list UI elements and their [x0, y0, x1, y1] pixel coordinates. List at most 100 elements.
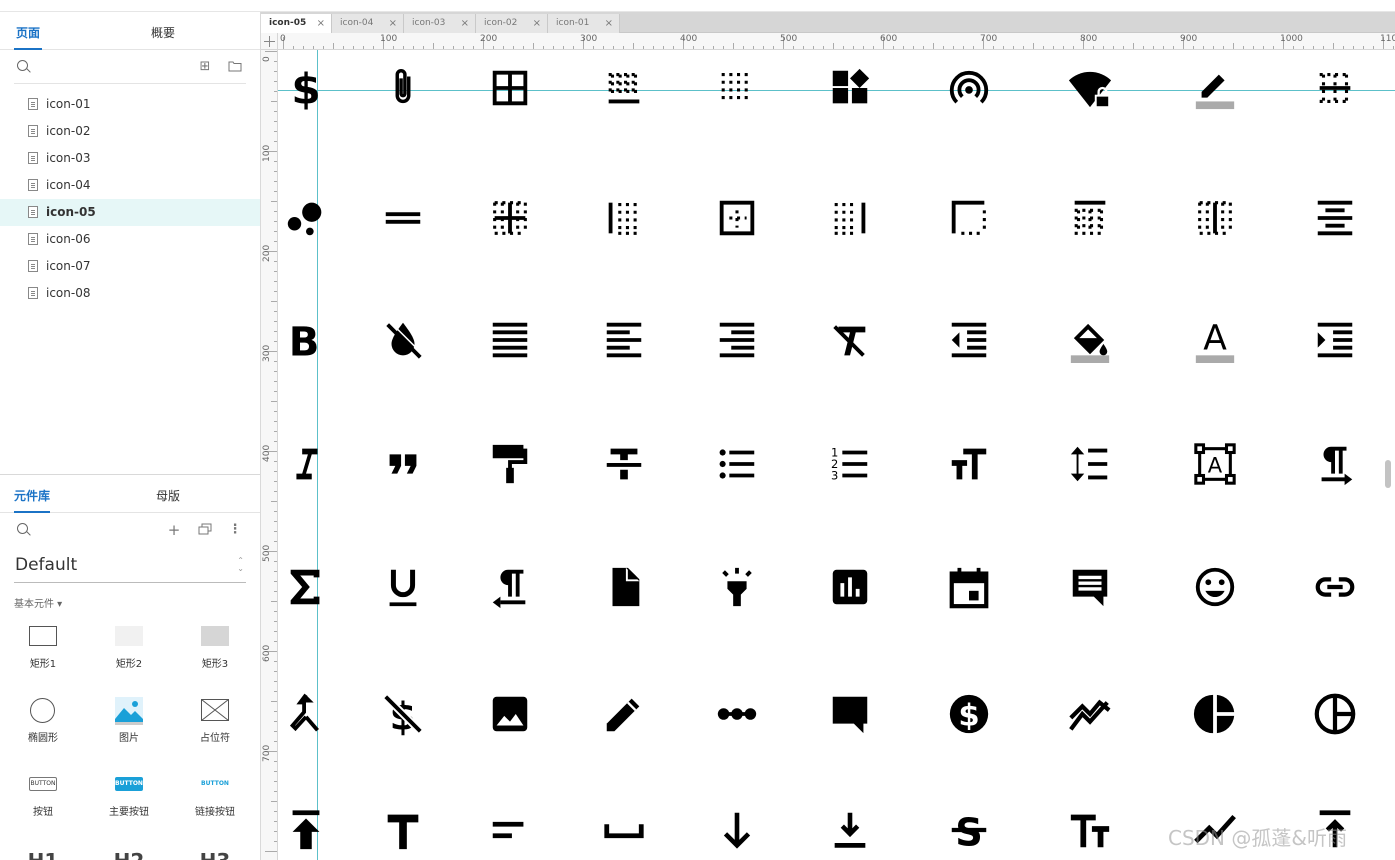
widget-h3[interactable]: H3 [172, 845, 258, 860]
add-folder-icon[interactable] [228, 60, 242, 74]
more-options-icon[interactable]: ⋮ [228, 523, 242, 537]
multiline-chart-icon[interactable] [1067, 691, 1113, 737]
short-text-icon[interactable] [487, 807, 533, 853]
format-align-center-icon[interactable] [1312, 195, 1358, 241]
widget-h1[interactable]: H1 [0, 845, 86, 860]
format-underlined-icon[interactable] [380, 564, 426, 610]
page-item[interactable]: icon-04 [0, 172, 260, 199]
format-textdirection-l-to-r-icon[interactable] [1312, 441, 1358, 487]
border-clear-icon[interactable] [714, 65, 760, 111]
format-clear-icon[interactable] [827, 317, 873, 363]
search-icon[interactable] [16, 522, 32, 538]
strikethrough-s-icon[interactable]: S [946, 807, 992, 853]
tab-icon-03[interactable]: icon-03 × [404, 14, 476, 33]
widget-button[interactable]: BUTTON 按钮 [0, 771, 86, 818]
close-icon[interactable]: × [533, 14, 541, 33]
format-bold-icon[interactable]: B [283, 317, 329, 363]
format-align-right-icon[interactable] [714, 317, 760, 363]
page-item[interactable]: icon-05 [0, 199, 260, 226]
format-list-numbered-icon[interactable]: 123 [827, 441, 873, 487]
wifi-tethering-icon[interactable] [946, 65, 992, 111]
tab-icon-04[interactable]: icon-04 × [332, 14, 404, 33]
search-icon[interactable] [16, 59, 32, 75]
format-indent-decrease-icon[interactable] [946, 317, 992, 363]
insert-link-icon[interactable] [1312, 564, 1358, 610]
close-icon[interactable]: × [461, 14, 469, 33]
publish-icon[interactable] [283, 807, 329, 853]
widget-category[interactable]: 基本元件 ▾ [14, 595, 260, 611]
insert-drive-file-icon[interactable] [601, 564, 647, 610]
border-vertical-icon[interactable] [1192, 195, 1238, 241]
widget-rect1[interactable]: 矩形1 [0, 623, 86, 670]
highlight-icon[interactable] [714, 564, 760, 610]
monetization-on-icon[interactable]: $ [946, 691, 992, 737]
border-top-icon[interactable] [1067, 195, 1113, 241]
format-color-reset-icon[interactable] [380, 317, 426, 363]
pie-chart-outlined-icon[interactable] [1312, 691, 1358, 737]
ruler-corner[interactable] [261, 33, 278, 50]
page-item[interactable]: icon-01 [0, 91, 260, 118]
vertical-scrollbar[interactable] [1385, 460, 1391, 488]
title-icon[interactable] [380, 807, 426, 853]
signal-wifi-lock-icon[interactable] [1067, 65, 1113, 111]
attach-file-icon[interactable] [380, 65, 426, 111]
format-align-justify-icon[interactable] [487, 317, 533, 363]
widget-rect3[interactable]: 矩形3 [172, 623, 258, 670]
bubble-chart-icon[interactable] [283, 195, 329, 241]
widget-link-button[interactable]: BUTTON 链接按钮 [172, 771, 258, 818]
border-bottom-icon[interactable] [601, 65, 647, 111]
tab-library[interactable]: 元件库 [14, 475, 51, 513]
drag-handle-icon[interactable] [380, 195, 426, 241]
format-paint-icon[interactable] [487, 441, 533, 487]
tab-pages[interactable]: 页面 [14, 12, 43, 50]
design-canvas[interactable]: $ B A 123 A $ $ S [278, 50, 1395, 860]
border-style-icon[interactable] [946, 195, 992, 241]
add-library-icon[interactable]: + [167, 523, 181, 538]
widget-placeholder[interactable]: 占位符 [172, 697, 258, 744]
page-item[interactable]: icon-07 [0, 253, 260, 280]
functions-icon[interactable] [283, 564, 329, 610]
close-icon[interactable]: × [317, 14, 325, 33]
close-icon[interactable]: × [605, 14, 613, 33]
tab-overview[interactable]: 概要 [151, 12, 175, 50]
page-item[interactable]: icon-03 [0, 145, 260, 172]
format-color-fill-icon[interactable] [1067, 317, 1113, 363]
vertical-align-bottom-icon[interactable] [827, 807, 873, 853]
format-line-spacing-icon[interactable] [1067, 441, 1113, 487]
horizontal-ruler[interactable]: 0 100 200 300 400 500 600 700 800 900 1000 110 [278, 33, 1395, 50]
format-shapes-icon[interactable]: A [1192, 441, 1238, 487]
insert-comment-icon[interactable] [1067, 564, 1113, 610]
format-shapes-category-icon[interactable] [827, 65, 873, 111]
format-align-left-icon[interactable] [601, 317, 647, 363]
border-inner-icon[interactable] [487, 195, 533, 241]
format-italic-icon[interactable] [283, 441, 329, 487]
add-page-icon[interactable]: ⊞ [198, 60, 212, 74]
page-item[interactable]: icon-02 [0, 118, 260, 145]
close-icon[interactable]: × [389, 14, 397, 33]
insert-invitation-icon[interactable] [946, 564, 992, 610]
widget-primary-button[interactable]: BUTTON 主要按钮 [86, 771, 172, 818]
text-fields-icon[interactable] [1067, 807, 1113, 853]
format-list-bulleted-icon[interactable] [714, 441, 760, 487]
mode-comment-icon[interactable] [827, 691, 873, 737]
attach-money-icon[interactable]: $ [283, 65, 329, 111]
page-item[interactable]: icon-06 [0, 226, 260, 253]
library-select[interactable]: Default ⌃ ⌄ [14, 549, 246, 583]
format-quote-icon[interactable] [380, 441, 426, 487]
tab-icon-01[interactable]: icon-01 × [548, 14, 620, 33]
insert-photo-icon[interactable] [487, 691, 533, 737]
tab-masters[interactable]: 母版 [156, 475, 180, 513]
format-indent-increase-icon[interactable] [1312, 317, 1358, 363]
mode-edit-icon[interactable] [601, 691, 647, 737]
format-strikethrough-icon[interactable] [601, 441, 647, 487]
linear-scale-icon[interactable] [714, 691, 760, 737]
tab-icon-05[interactable]: icon-05 × [261, 14, 332, 33]
space-bar-icon[interactable] [601, 807, 647, 853]
border-right-icon[interactable] [827, 195, 873, 241]
border-horizontal-icon[interactable] [1312, 65, 1358, 111]
vertical-ruler[interactable]: 0 100 200 300 400 500 600 700 [261, 50, 278, 860]
format-size-icon[interactable] [946, 441, 992, 487]
money-off-icon[interactable]: $ [380, 691, 426, 737]
format-textdirection-r-to-l-icon[interactable] [487, 564, 533, 610]
page-item[interactable]: icon-08 [0, 280, 260, 307]
